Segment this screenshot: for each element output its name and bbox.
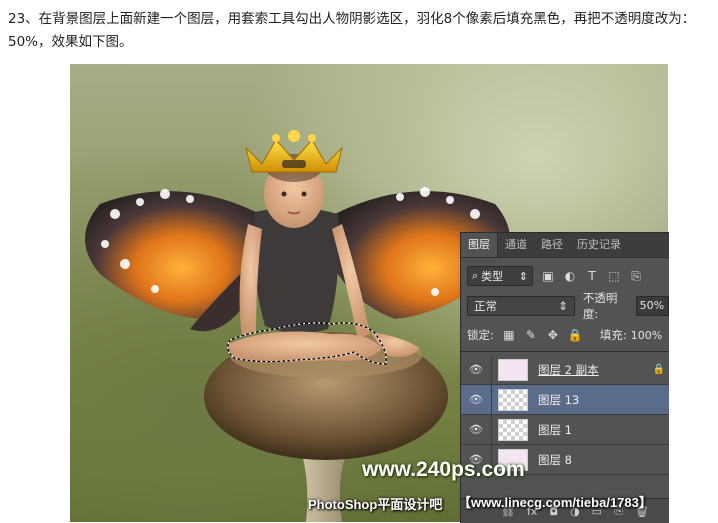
blend-mode-select[interactable]: 正常 ⇕ (467, 296, 575, 316)
layer-list: 👁 图层 2 副本 🔒 👁 图层 13 👁 图层 1 👁 图层 8 (461, 355, 669, 475)
tab-history[interactable]: 历史记录 (570, 233, 628, 257)
tab-layers[interactable]: 图层 (461, 233, 498, 257)
lock-fill-row: 锁定: ▦ ✎ ✥ 🔒 填充: 100% (467, 325, 669, 345)
lock-label: 锁定: (467, 328, 494, 342)
shape-filter-icon[interactable]: ⬚ (607, 269, 621, 283)
panel-tabs: 图层 通道 路径 历史记录 (461, 233, 669, 258)
layer-filter-row: ⌕ 类型 ⇕ ▣ ◐ T ⬚ ⎘ (467, 265, 669, 287)
site-watermark: www.240ps.com (362, 458, 525, 481)
image-filter-icon[interactable]: ▣ (541, 269, 555, 283)
layer-thumbnail (498, 418, 528, 441)
opacity-input[interactable]: 50% (635, 296, 669, 316)
eye-icon[interactable]: 👁 (461, 423, 491, 436)
layer-name[interactable]: 图层 2 副本 (538, 362, 599, 378)
lock-icon: 🔒 (652, 364, 665, 375)
fill-input[interactable]: 100% (631, 329, 662, 342)
adjustment-filter-icon[interactable]: ◐ (563, 269, 577, 283)
forum-watermark-url: 【www.linecg.com/tieba/1783】 (458, 495, 652, 510)
fill-label: 填充: (599, 328, 627, 342)
layer-row[interactable]: 👁 图层 1 (461, 415, 669, 445)
divider (491, 355, 492, 384)
chevron-updown-icon: ⇕ (558, 299, 568, 313)
tab-paths[interactable]: 路径 (534, 233, 570, 257)
tutorial-step-caption: 23、在背景图层上面新建一个图层，用套索工具勾出人物阴影选区，羽化8个像素后填充… (8, 11, 696, 50)
smart-object-filter-icon[interactable]: ⎘ (629, 269, 643, 283)
layer-thumbnail (498, 358, 528, 381)
divider (491, 385, 492, 414)
divider (491, 415, 492, 444)
eye-icon[interactable]: 👁 (461, 363, 491, 376)
filter-label: 类型 (481, 270, 504, 283)
blend-mode-value: 正常 (474, 299, 497, 313)
opacity-label: 不透明度: (582, 291, 618, 321)
search-icon: ⌕ (472, 269, 479, 282)
tab-channels[interactable]: 通道 (498, 233, 534, 257)
lock-all-icon[interactable]: 🔒 (568, 328, 583, 342)
blend-opacity-row: 正常 ⇕ 不透明度: 50% (467, 291, 669, 321)
layer-name[interactable]: 图层 1 (538, 422, 572, 438)
layer-name[interactable]: 图层 8 (538, 452, 572, 468)
lock-paint-icon[interactable]: ✎ (524, 328, 538, 342)
layer-row[interactable]: 👁 图层 2 副本 🔒 (461, 355, 669, 385)
layer-name[interactable]: 图层 13 (538, 392, 579, 408)
panel-divider (461, 351, 669, 352)
layer-thumbnail (498, 388, 528, 411)
layer-filter-select[interactable]: ⌕ 类型 ⇕ (467, 266, 533, 286)
forum-watermark-label: PhotoShop平面设计吧 (308, 497, 443, 512)
eye-icon[interactable]: 👁 (461, 393, 491, 406)
layer-row-selected[interactable]: 👁 图层 13 (461, 385, 669, 415)
chevron-updown-icon: ⇕ (518, 269, 528, 283)
type-filter-icon[interactable]: T (585, 269, 599, 283)
lock-position-icon[interactable]: ✥ (546, 328, 560, 342)
lock-transparency-icon[interactable]: ▦ (502, 328, 516, 342)
